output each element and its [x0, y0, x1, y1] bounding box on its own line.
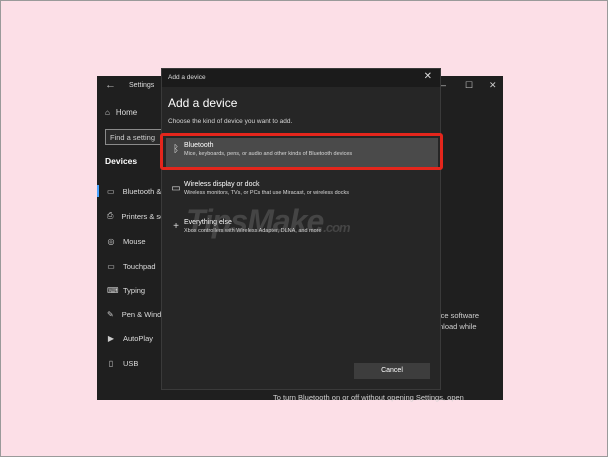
home-icon: ⌂ [105, 108, 110, 117]
close-icon[interactable]: ✕ [489, 80, 497, 91]
plus-icon: + [173, 221, 179, 232]
close-icon[interactable]: ✕ [424, 71, 432, 82]
sidebar-item-label: Typing [123, 285, 146, 295]
watermark: TipsMake.com [186, 203, 351, 240]
sidebar-item-label: Mouse [123, 236, 146, 246]
sidebar-item-autoplay[interactable]: ▶ AutoPlay [97, 329, 163, 347]
back-arrow-icon[interactable]: ← [105, 79, 116, 91]
monitor-icon: ▭ [171, 183, 181, 194]
dialog-heading: Add a device [168, 96, 238, 110]
sidebar-item-label: Printers & scanners [121, 211, 163, 221]
watermark-suffix: .com [323, 220, 350, 235]
bluetooth-icon: ▭ [107, 186, 115, 196]
watermark-text: TipsMake [186, 203, 324, 239]
sidebar-item-label: USB [123, 358, 139, 368]
autoplay-icon: ▶ [107, 333, 115, 343]
option-description: Mice, keyboards, pens, or audio and othe… [184, 151, 353, 157]
dialog-titlebar: Add a device ✕ [162, 69, 440, 87]
sidebar-item-label: AutoPlay [123, 333, 154, 343]
mouse-icon: ◎ [107, 236, 115, 246]
printer-icon: ⎙ [107, 211, 114, 220]
cancel-button[interactable]: Cancel [354, 363, 430, 379]
sidebar-item-label: Bluetooth & other devices [122, 186, 163, 196]
dialog-titlebar-text: Add a device [168, 74, 206, 81]
sidebar-item-pen[interactable]: ✎ Pen & Windows Ink [97, 305, 163, 323]
option-name: Bluetooth [184, 142, 214, 149]
option-bluetooth[interactable]: ᛒ Bluetooth Mice, keyboards, pens, or au… [166, 138, 438, 168]
keyboard-icon: ⌨ [107, 285, 119, 295]
pen-icon: ✎ [107, 309, 114, 319]
option-name: Wireless display or dock [184, 181, 260, 188]
usb-icon: ▯ [108, 358, 114, 368]
sidebar-section-heading: Devices [105, 156, 138, 166]
bluetooth-icon: ᛒ [173, 144, 179, 155]
related-text-line: ice software [439, 311, 480, 320]
related-text-line: nload while [439, 322, 477, 331]
sidebar-item-label: Touchpad [123, 261, 156, 271]
maximize-icon[interactable]: ☐ [465, 80, 473, 91]
find-setting-input[interactable]: Find a setting [105, 129, 167, 145]
settings-title: Settings [129, 82, 155, 89]
sidebar-item-bluetooth[interactable]: ▭ Bluetooth & other devices [97, 182, 163, 200]
sidebar-item-touchpad[interactable]: ▭ Touchpad [97, 257, 163, 275]
sidebar-item-printers[interactable]: ⎙ Printers & scanners [97, 207, 163, 225]
sidebar-home[interactable]: ⌂ Home [105, 108, 137, 117]
bluetooth-hint-text: To turn Bluetooth on or off without open… [273, 393, 464, 402]
home-label: Home [115, 108, 138, 117]
touchpad-icon: ▭ [107, 261, 115, 271]
dialog-subtitle: Choose the kind of device you want to ad… [168, 118, 293, 125]
sidebar-item-typing[interactable]: ⌨ Typing [97, 281, 163, 299]
sidebar-item-mouse[interactable]: ◎ Mouse [97, 232, 163, 250]
option-description: Wireless monitors, TVs, or PCs that use … [184, 190, 349, 196]
sidebar-item-usb[interactable]: ▯ USB [97, 354, 163, 372]
sidebar-item-label: Pen & Windows Ink [121, 309, 163, 319]
